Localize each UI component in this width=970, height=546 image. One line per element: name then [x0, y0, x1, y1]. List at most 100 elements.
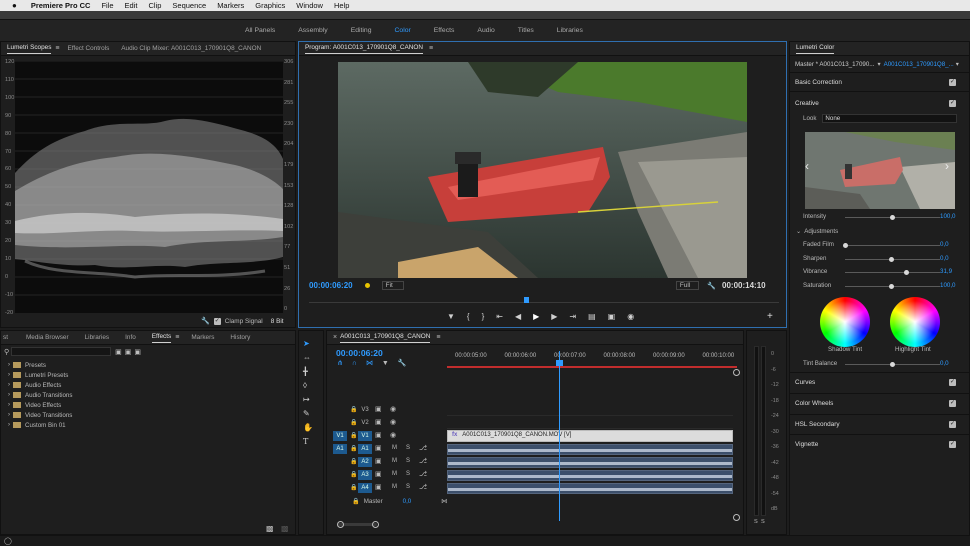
quality-select[interactable]: Full: [675, 281, 700, 290]
menu-sequence[interactable]: Sequence: [172, 1, 206, 10]
workspace-tab-titles[interactable]: Titles: [518, 27, 534, 34]
workspace-tab-all-panels[interactable]: All Panels: [245, 27, 275, 34]
go-to-in-icon[interactable]: ⇤: [496, 312, 503, 321]
param-knob[interactable]: [889, 256, 894, 262]
param-value[interactable]: 0,0: [940, 241, 949, 248]
timeline-timecode[interactable]: 00:00:06:20: [336, 348, 383, 358]
param-value[interactable]: 0,0: [940, 255, 949, 262]
toggle-sync-icon[interactable]: ▣: [375, 483, 382, 491]
extract-icon[interactable]: ▣: [608, 312, 616, 321]
lift-icon[interactable]: ▤: [588, 312, 596, 321]
microphone-icon[interactable]: ⎇: [419, 470, 427, 478]
mute-button[interactable]: M: [392, 445, 397, 451]
section-checkbox[interactable]: ✓: [949, 399, 956, 407]
apple-icon[interactable]: ●: [12, 1, 17, 10]
solo-left-button[interactable]: S: [754, 519, 758, 525]
mute-button[interactable]: M: [392, 484, 397, 490]
new-bin-icon[interactable]: ▩: [266, 524, 274, 533]
chevron-down-icon[interactable]: ▾: [956, 61, 959, 68]
tab-libraries[interactable]: Libraries: [85, 334, 110, 341]
tab-effect-controls[interactable]: Effect Controls: [68, 45, 110, 52]
close-icon[interactable]: ×: [333, 334, 337, 341]
audio-clip[interactable]: [447, 457, 733, 468]
timeline-ruler[interactable]: 00:00:05:00 00:00:06:00 00:00:07:00 00:00:0…: [447, 349, 737, 367]
pen-tool-icon[interactable]: ✎: [303, 409, 313, 418]
go-to-out-icon[interactable]: ⇥: [569, 312, 576, 321]
selection-tool-icon[interactable]: ➤: [303, 339, 313, 348]
chevron-right-icon[interactable]: ›: [5, 372, 13, 378]
timeline-settings-icon[interactable]: 🔧: [398, 359, 407, 367]
chevron-right-icon[interactable]: ›: [5, 412, 13, 418]
track-target[interactable]: A2: [358, 457, 372, 467]
section-checkbox[interactable]: ✓: [949, 441, 956, 449]
intensity-knob[interactable]: [890, 215, 895, 220]
highlight-tint-wheel[interactable]: [890, 297, 940, 347]
program-timecode-in[interactable]: 00:00:06:20: [309, 281, 353, 290]
timeline-playhead[interactable]: [559, 351, 560, 521]
section-color-wheels[interactable]: Color Wheels ✓: [790, 392, 970, 413]
solo-button[interactable]: S: [406, 458, 410, 464]
toggle-sync-icon[interactable]: ▣: [375, 405, 382, 413]
effects-folder[interactable]: › Video Effects: [5, 400, 285, 410]
track-target[interactable]: A4: [358, 483, 372, 493]
step-forward-icon[interactable]: ▶: [551, 312, 557, 321]
param-slider[interactable]: [845, 245, 940, 246]
menu-window[interactable]: Window: [296, 1, 323, 10]
tab-lumetri-scopes[interactable]: Lumetri Scopes: [7, 44, 51, 54]
slip-tool-icon[interactable]: ↦: [303, 395, 313, 404]
tab-history[interactable]: History: [230, 334, 250, 341]
chevron-right-icon[interactable]: ›: [5, 362, 13, 368]
add-marker-icon[interactable]: ▼: [382, 360, 389, 367]
menu-help[interactable]: Help: [334, 1, 349, 10]
workspace-tab-assembly[interactable]: Assembly: [298, 27, 327, 34]
workspace-tab-effects[interactable]: Effects: [434, 27, 455, 34]
track-target[interactable]: A1: [358, 444, 372, 454]
microphone-icon[interactable]: ⎇: [419, 444, 427, 452]
status-icon[interactable]: ◯: [4, 537, 12, 545]
mark-out-icon[interactable]: }: [482, 312, 485, 321]
solo-button[interactable]: S: [406, 445, 410, 451]
intensity-value[interactable]: 100,0: [940, 213, 955, 220]
ripple-edit-tool-icon[interactable]: ╋: [303, 367, 313, 376]
app-name[interactable]: Premiere Pro CC: [31, 1, 91, 10]
solo-button[interactable]: S: [406, 484, 410, 490]
hand-tool-icon[interactable]: ✋: [303, 423, 313, 432]
section-checkbox[interactable]: ✓: [949, 379, 956, 386]
vertical-scroll-handle-bottom[interactable]: [733, 514, 740, 521]
workspace-tab-audio[interactable]: Audio: [477, 27, 494, 34]
basic-correction-section[interactable]: Basic Correction ✓: [790, 72, 970, 92]
effects-folder[interactable]: › Audio Transitions: [5, 390, 285, 400]
menu-markers[interactable]: Markers: [217, 1, 244, 10]
add-marker-icon[interactable]: ▼: [447, 312, 455, 321]
source-patch-v[interactable]: V1: [333, 430, 347, 441]
audio-clip[interactable]: [447, 483, 733, 494]
workspace-tab-editing[interactable]: Editing: [351, 27, 372, 34]
lumetri-title[interactable]: Lumetri Color: [796, 44, 834, 54]
lock-icon[interactable]: 🔒: [350, 419, 357, 426]
video-clip[interactable]: fx A001C013_170901Q8_CANON.MOV [V]: [447, 430, 733, 442]
microphone-icon[interactable]: ⎇: [419, 483, 427, 491]
next-look-icon[interactable]: ›: [945, 159, 949, 173]
trash-icon[interactable]: ▩: [281, 524, 289, 533]
sequence-tab[interactable]: A001C013_170901Q8_CANON: [340, 333, 430, 343]
lock-icon[interactable]: 🔒: [350, 458, 357, 465]
eye-icon[interactable]: ◉: [390, 431, 396, 439]
eye-icon[interactable]: ◉: [390, 405, 396, 413]
wrench-icon[interactable]: 🔧: [707, 282, 716, 290]
audio-clip[interactable]: [447, 470, 733, 481]
effects-folder[interactable]: › Presets: [5, 360, 285, 370]
previous-look-icon[interactable]: ‹: [805, 159, 809, 173]
lock-icon[interactable]: 🔒: [350, 484, 357, 491]
mark-in-icon[interactable]: {: [467, 312, 470, 321]
audio-clip[interactable]: [447, 444, 733, 455]
menu-clip[interactable]: Clip: [148, 1, 161, 10]
vertical-scroll-handle[interactable]: [733, 369, 740, 376]
tab-media-browser[interactable]: Media Browser: [26, 334, 69, 341]
32bit-effects-icon[interactable]: ▣: [125, 348, 132, 356]
effects-folder[interactable]: › Custom Bin 01: [5, 420, 285, 430]
effects-folder[interactable]: › Audio Effects: [5, 380, 285, 390]
track-select-tool-icon[interactable]: ⇔: [303, 353, 313, 362]
work-area-bar[interactable]: [447, 366, 737, 368]
tab-markers[interactable]: Markers: [191, 334, 214, 341]
workspace-tab-color[interactable]: Color: [395, 27, 411, 34]
